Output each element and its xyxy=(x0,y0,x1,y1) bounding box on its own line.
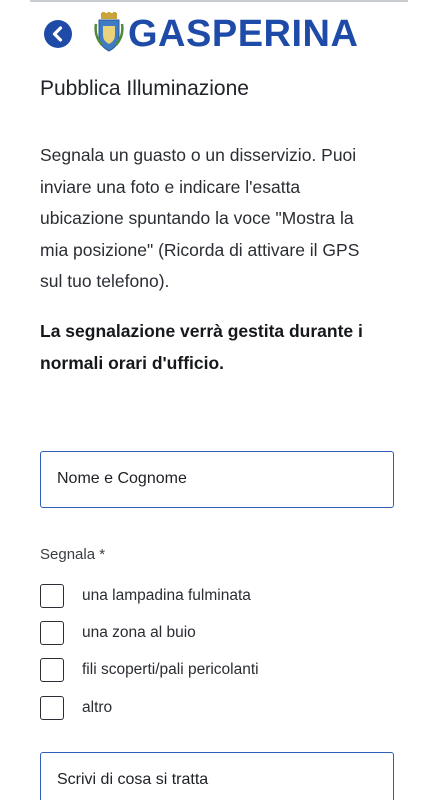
intro-line: inviare una foto e indicare l'esatta xyxy=(40,176,301,197)
name-surname-input[interactable]: Nome e Cognome xyxy=(40,451,394,508)
option-label: una zona al buio xyxy=(82,624,196,641)
notice-line: normali orari d'ufficio. xyxy=(40,352,225,373)
checkbox[interactable] xyxy=(40,621,64,645)
notice-line: La segnalazione verrà gestita durante i xyxy=(40,321,363,341)
report-type-label: Segnala * xyxy=(40,546,106,563)
option-burnt-bulb[interactable]: una lampadina fulminata xyxy=(40,584,360,610)
option-dark-area[interactable]: una zona al buio xyxy=(40,621,360,647)
intro-line: sul tuo telefono). xyxy=(40,271,170,291)
chevron-left-icon xyxy=(52,26,63,42)
intro-line: Segnala un guasto o un disservizio. Puoi xyxy=(40,145,357,165)
description-placeholder: Scrivi di cosa si tratta xyxy=(57,771,209,788)
option-exposed-wires[interactable]: fili scoperti/pali pericolanti xyxy=(40,658,360,684)
checkbox[interactable] xyxy=(40,584,64,608)
intro-text: Segnala un guasto o un disservizio. Puoi… xyxy=(40,140,400,298)
municipal-crest-icon xyxy=(94,12,124,52)
option-label: fili scoperti/pali pericolanti xyxy=(82,661,259,678)
top-divider xyxy=(30,0,408,2)
option-other[interactable]: altro xyxy=(40,696,360,722)
checkbox[interactable] xyxy=(40,696,64,720)
intro-line: mia posizione" (Ricorda di attivare il G… xyxy=(40,239,360,260)
intro-line: ubicazione spuntando la voce "Mostra la xyxy=(40,208,354,228)
header: GASPERINA xyxy=(0,10,436,56)
option-label: altro xyxy=(82,699,113,716)
office-hours-notice: La segnalazione verrà gestita durante i … xyxy=(40,316,410,379)
brand-wordmark: GASPERINA xyxy=(128,13,359,55)
page-title: Pubblica Illuminazione xyxy=(40,77,249,100)
checkbox[interactable] xyxy=(40,658,64,682)
option-label: una lampadina fulminata xyxy=(82,587,251,604)
name-surname-placeholder: Nome e Cognome xyxy=(57,470,187,487)
description-input[interactable]: Scrivi di cosa si tratta xyxy=(40,752,394,800)
page: GASPERINA Pubblica Illuminazione Segnala… xyxy=(0,0,436,800)
back-button[interactable] xyxy=(44,20,72,48)
